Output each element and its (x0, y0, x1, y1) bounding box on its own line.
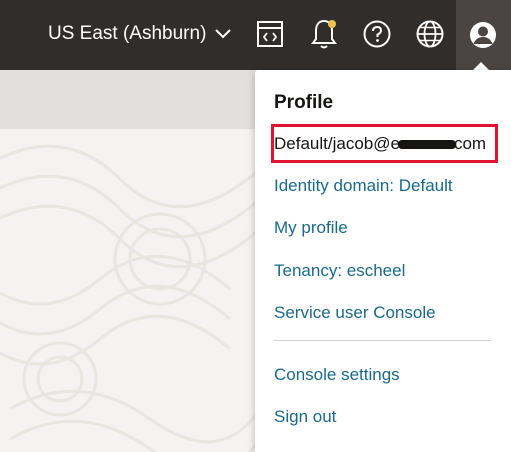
console-settings-link[interactable]: Console settings (274, 365, 400, 385)
chevron-down-icon (215, 29, 232, 39)
service-user-console-link[interactable]: Service user Console (274, 303, 436, 323)
user-profile-icon (470, 22, 496, 48)
globe-icon (416, 20, 444, 48)
user-identity-suffix: com (453, 134, 487, 153)
user-identity-prefix: Default/jacob@e (274, 134, 400, 153)
profile-button[interactable] (456, 0, 511, 70)
help-icon (363, 20, 391, 48)
language-button[interactable] (413, 17, 447, 51)
region-label: US East (Ashburn) (48, 23, 207, 44)
help-button[interactable] (360, 17, 394, 51)
identity-domain-link[interactable]: Identity domain: Default (274, 176, 453, 196)
code-editor-icon (257, 21, 283, 47)
region-selector[interactable]: US East (Ashburn) (48, 20, 232, 48)
sign-out-link[interactable]: Sign out (274, 407, 336, 427)
bell-icon (311, 19, 337, 49)
tenancy-link[interactable]: Tenancy: escheel (274, 261, 405, 281)
my-profile-link[interactable]: My profile (274, 218, 348, 238)
code-editor-button[interactable] (253, 17, 287, 51)
user-identity: Default/jacob@e com (274, 134, 486, 154)
profile-menu-title: Profile (274, 92, 334, 113)
notifications-button[interactable] (307, 17, 341, 51)
profile-menu: Profile Default/jacob@e com Identity doma… (255, 70, 511, 452)
menu-divider (274, 340, 491, 341)
redaction-mark (397, 140, 456, 150)
top-navigation-bar: US East (Ashburn) (0, 0, 511, 70)
